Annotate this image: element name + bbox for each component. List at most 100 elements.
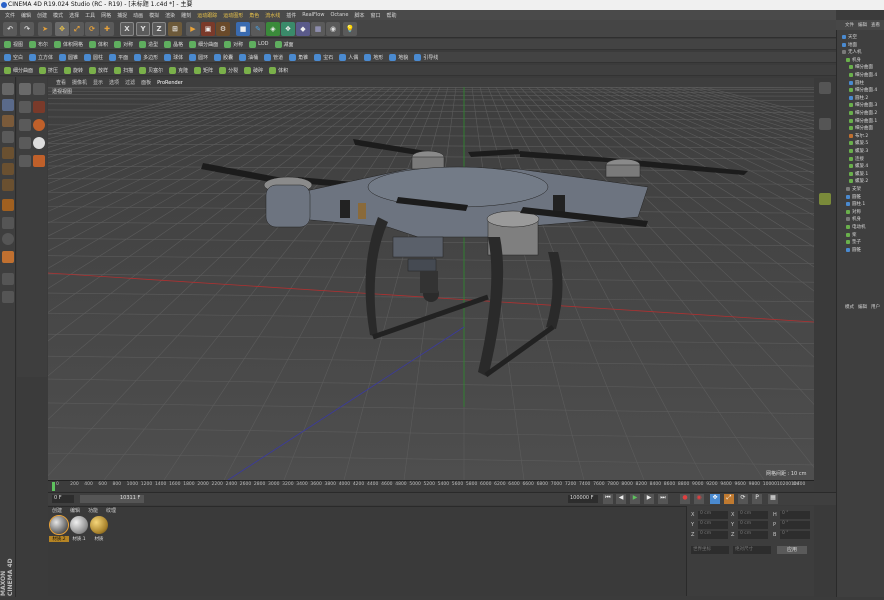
axis-mode-icon[interactable] — [2, 217, 14, 229]
highlight-tool-icon[interactable] — [819, 193, 831, 205]
attr-menu-mode[interactable]: 模式 — [845, 304, 854, 310]
object-list-item[interactable]: 细分曲面.4 — [849, 87, 877, 93]
cube-icon[interactable]: ■ — [236, 22, 250, 36]
menu-item[interactable]: 编辑 — [18, 12, 34, 19]
coord-field[interactable]: 0 cm — [698, 511, 728, 519]
pen-icon[interactable]: ✎ — [251, 22, 265, 36]
toolbar-chip[interactable]: 胶囊 — [214, 53, 233, 61]
menu-item[interactable]: 流水线 — [262, 12, 283, 19]
go-to-end-icon[interactable]: ⏭ — [658, 494, 668, 504]
toolbar-chip[interactable]: 立方体 — [29, 53, 53, 61]
bridge-icon[interactable] — [19, 137, 31, 149]
toolbar-chip[interactable]: 克隆 — [169, 66, 188, 74]
layout-icon[interactable] — [2, 291, 14, 303]
workplane-icon[interactable] — [2, 131, 14, 143]
light-icon[interactable]: 💡 — [343, 22, 357, 36]
toolbar-chip[interactable]: 对称 — [224, 40, 243, 48]
coord-field[interactable]: 0 ° — [780, 531, 810, 539]
object-list-item[interactable]: 地面 — [842, 42, 857, 48]
menu-item[interactable]: 雕刻 — [178, 12, 194, 19]
toolbar-chip[interactable]: 扫描 — [114, 66, 133, 74]
toolbar-chip[interactable]: 晶格 — [164, 40, 183, 48]
render-picture-viewer-icon[interactable]: ▣ — [201, 22, 215, 36]
deformer-icon[interactable]: ◆ — [296, 22, 310, 36]
render-view-icon[interactable]: ▶ — [186, 22, 200, 36]
object-list-item[interactable]: 细分曲面.3 — [849, 102, 877, 108]
bevel-icon[interactable] — [33, 119, 45, 131]
toolbar-chip[interactable]: 布尔 — [29, 40, 48, 48]
coord-field[interactable]: 0 cm — [698, 531, 728, 539]
key-param-icon[interactable]: P — [752, 494, 762, 504]
model-mode-icon[interactable] — [2, 99, 14, 111]
key-scale-icon[interactable]: ⤢ — [724, 494, 734, 504]
menu-item[interactable]: 运动跟踪 — [194, 12, 220, 19]
toolbar-chip[interactable]: 体积 — [269, 66, 288, 74]
texture-mode-icon[interactable] — [2, 115, 14, 127]
menu-item[interactable]: 网格 — [98, 12, 114, 19]
coord-field[interactable]: 0 cm — [738, 511, 768, 519]
menu-item[interactable]: Octane — [327, 12, 351, 18]
iron-icon[interactable] — [19, 155, 31, 167]
edges-mode-icon[interactable] — [2, 163, 14, 175]
object-list-item[interactable]: 电动机 — [846, 224, 866, 230]
viewport-menu-item[interactable]: 查看 — [56, 79, 66, 86]
toolbar-chip[interactable]: 引导线 — [414, 53, 438, 61]
material-menu-create[interactable]: 创建 — [52, 507, 62, 514]
toolbar-chip[interactable]: 矩阵 — [194, 66, 213, 74]
toolbar-chip[interactable]: 管道 — [264, 53, 283, 61]
material-swatch[interactable] — [90, 516, 108, 534]
next-frame-icon[interactable]: ▶ — [644, 494, 654, 504]
toolbar-chip[interactable]: 放样 — [89, 66, 108, 74]
object-list-item[interactable]: 螺旋.5 — [849, 140, 868, 146]
toolbar-chip[interactable]: 对称 — [114, 40, 133, 48]
coord-system-icon[interactable]: ⊞ — [168, 22, 182, 36]
coord-field[interactable]: 0 cm — [738, 531, 768, 539]
cloner-icon[interactable]: ❖ — [281, 22, 295, 36]
menu-item[interactable]: 模拟 — [146, 12, 162, 19]
coord-dropdown[interactable]: 世界坐标 — [691, 546, 729, 554]
material-swatch[interactable] — [49, 515, 69, 535]
make-editable-icon[interactable] — [2, 83, 14, 95]
object-menu-view[interactable]: 查看 — [871, 22, 880, 28]
menu-item[interactable]: 插件 — [283, 12, 299, 19]
go-to-start-icon[interactable]: ⏮ — [603, 494, 613, 504]
toolbar-chip[interactable]: 人偶 — [339, 53, 358, 61]
soft-selection-icon[interactable] — [2, 233, 14, 245]
toolbar-chip[interactable]: 细分曲面 — [189, 40, 218, 48]
toolbar-chip[interactable]: 地形 — [364, 53, 383, 61]
toolbar-chip[interactable]: 角锥 — [289, 53, 308, 61]
paint-icon[interactable] — [2, 251, 14, 263]
object-list-item[interactable]: 天空 — [842, 34, 857, 40]
x-axis-button[interactable]: X — [120, 22, 134, 36]
object-list-item[interactable]: 细分曲面.4 — [849, 72, 877, 78]
viewport-menu-item[interactable]: 摄像机 — [72, 79, 87, 86]
toolbar-chip[interactable]: 旋转 — [64, 66, 83, 74]
undo-icon[interactable]: ↶ — [3, 22, 17, 36]
attr-menu-edit[interactable]: 编辑 — [858, 304, 867, 310]
timeline-layout-icon[interactable]: ▦ — [768, 494, 778, 504]
camera-icon[interactable]: ◉ — [326, 22, 340, 36]
subdivision-icon[interactable]: ◈ — [266, 22, 280, 36]
extrude-icon[interactable] — [19, 119, 31, 131]
object-list-item[interactable]: 连接 — [849, 156, 864, 162]
menu-item[interactable]: 窗口 — [367, 12, 383, 19]
snap-icon[interactable] — [2, 199, 14, 211]
object-list-item[interactable]: 圆锥 — [846, 247, 861, 253]
rect-select-icon[interactable] — [33, 83, 45, 95]
object-list-item[interactable]: 对称 — [846, 209, 861, 215]
toolbar-chip[interactable]: 宝石 — [314, 53, 333, 61]
points-mode-icon[interactable] — [2, 147, 14, 159]
menu-item[interactable]: 渲染 — [162, 12, 178, 19]
toolbar-chip[interactable]: 空白 — [4, 53, 23, 61]
coord-field[interactable]: 0 ° — [780, 521, 810, 529]
z-axis-button[interactable]: Z — [152, 22, 166, 36]
object-list-item[interactable]: 无人机 — [842, 49, 862, 55]
previous-frame-icon[interactable]: ◀ — [616, 494, 626, 504]
toolbar-chip[interactable]: 体积 — [89, 40, 108, 48]
menu-item[interactable]: 选择 — [66, 12, 82, 19]
loop-cut-icon[interactable] — [33, 101, 45, 113]
object-list-item[interactable]: 螺旋.1 — [849, 171, 868, 177]
toolbar-chip[interactable]: 体积网格 — [54, 40, 83, 48]
viewport-menu-item[interactable]: 过滤 — [125, 79, 135, 86]
object-list-item[interactable]: 螺旋.3 — [849, 148, 868, 154]
